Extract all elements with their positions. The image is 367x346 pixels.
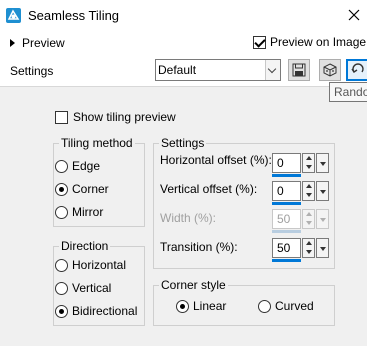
tooltip: Randomize bbox=[329, 82, 367, 102]
width-input: 50 bbox=[272, 209, 301, 229]
radio-curved-button[interactable] bbox=[258, 299, 271, 313]
vertical-offset-input[interactable]: 0 bbox=[272, 181, 301, 201]
spin-up-down-icon[interactable] bbox=[302, 153, 315, 173]
radio-mirror-button[interactable] bbox=[55, 205, 68, 219]
tiling-method-title: Tiling method bbox=[59, 136, 135, 150]
reset-arrow-icon bbox=[351, 63, 364, 73]
corner-style-title: Corner style bbox=[159, 278, 228, 292]
preview-on-image-label: Preview on Image bbox=[270, 35, 367, 49]
preview-on-image-check[interactable] bbox=[253, 35, 266, 49]
spin-up-down-icon[interactable] bbox=[302, 181, 315, 201]
radio-bidirectional[interactable]: Bidirectional bbox=[55, 304, 137, 318]
vertical-offset-spinner[interactable]: 0 bbox=[272, 181, 329, 205]
radio-horizontal-button[interactable] bbox=[55, 258, 68, 272]
horizontal-offset-spinner[interactable]: 0 bbox=[272, 153, 329, 177]
radio-edge-label: Edge bbox=[72, 159, 101, 173]
radio-corner[interactable]: Corner bbox=[55, 182, 109, 196]
chevron-down-icon[interactable] bbox=[316, 181, 329, 201]
radio-horizontal[interactable]: Horizontal bbox=[55, 258, 126, 272]
radio-linear-label: Linear bbox=[193, 299, 227, 313]
horizontal-offset-label: Horizontal offset (%): bbox=[160, 153, 272, 167]
chevron-down-icon[interactable] bbox=[316, 238, 329, 258]
settings-preset-label: Settings bbox=[10, 64, 54, 78]
close-button[interactable] bbox=[345, 6, 363, 24]
preset-value: Default bbox=[158, 63, 197, 77]
horizontal-offset-slider[interactable] bbox=[272, 174, 301, 177]
transition-label: Transition (%): bbox=[160, 240, 238, 254]
save-preset-button[interactable] bbox=[288, 59, 310, 81]
spin-up-down-icon[interactable] bbox=[302, 238, 315, 258]
close-icon bbox=[348, 9, 360, 21]
spin-up-down-icon bbox=[302, 209, 315, 229]
preview-expander[interactable]: Preview bbox=[10, 36, 65, 50]
radio-curved[interactable]: Curved bbox=[258, 299, 314, 313]
title-bar: Seamless Tiling bbox=[0, 0, 367, 31]
radio-vertical-button[interactable] bbox=[55, 281, 68, 295]
radio-vertical-label: Vertical bbox=[72, 281, 112, 295]
width-slider bbox=[272, 230, 301, 233]
show-tiling-preview-check[interactable] bbox=[55, 110, 68, 124]
chevron-down-icon[interactable] bbox=[316, 153, 329, 173]
width-label: Width (%): bbox=[160, 211, 217, 225]
radio-linear-button[interactable] bbox=[176, 299, 189, 313]
radio-corner-label: Corner bbox=[72, 182, 109, 196]
chevron-down-icon[interactable] bbox=[265, 60, 280, 80]
show-tiling-preview-label: Show tiling preview bbox=[73, 110, 176, 124]
chevron-down-icon bbox=[316, 209, 329, 229]
transition-slider[interactable] bbox=[272, 259, 301, 262]
width-spinner: 50 bbox=[272, 209, 329, 233]
radio-mirror[interactable]: Mirror bbox=[55, 205, 103, 219]
transition-input[interactable]: 50 bbox=[272, 238, 301, 258]
horizontal-offset-input[interactable]: 0 bbox=[272, 153, 301, 173]
top-toolbar: Preview Preview on Image Settings Defaul… bbox=[0, 31, 367, 86]
transition-spinner[interactable]: 50 bbox=[272, 238, 329, 262]
radio-curved-label: Curved bbox=[275, 299, 314, 313]
divider bbox=[0, 86, 367, 87]
app-icon bbox=[6, 8, 21, 23]
radio-mirror-label: Mirror bbox=[72, 205, 104, 219]
vertical-offset-label: Vertical offset (%): bbox=[160, 182, 258, 196]
radio-bidirectional-button[interactable] bbox=[55, 304, 68, 318]
settings-group-title: Settings bbox=[159, 136, 207, 150]
preset-dropdown[interactable]: Default bbox=[155, 59, 281, 81]
radio-bidirectional-label: Bidirectional bbox=[72, 304, 138, 318]
radio-linear[interactable]: Linear bbox=[176, 299, 226, 313]
preview-label: Preview bbox=[22, 36, 65, 50]
radio-corner-button[interactable] bbox=[55, 182, 68, 196]
preview-on-image-checkbox[interactable]: Preview on Image bbox=[253, 35, 366, 49]
window-title: Seamless Tiling bbox=[28, 8, 120, 23]
radio-vertical[interactable]: Vertical bbox=[55, 281, 111, 295]
expand-triangle-icon bbox=[10, 39, 15, 47]
reset-button[interactable] bbox=[346, 59, 367, 81]
randomize-button[interactable] bbox=[319, 59, 341, 81]
dice-icon bbox=[323, 63, 337, 77]
radio-horizontal-label: Horizontal bbox=[72, 258, 127, 272]
show-tiling-preview-checkbox[interactable]: Show tiling preview bbox=[55, 110, 176, 124]
radio-edge-button[interactable] bbox=[55, 159, 68, 173]
radio-edge[interactable]: Edge bbox=[55, 159, 100, 173]
direction-title: Direction bbox=[59, 239, 111, 253]
floppy-disk-icon bbox=[292, 63, 306, 77]
vertical-offset-slider[interactable] bbox=[272, 202, 301, 205]
